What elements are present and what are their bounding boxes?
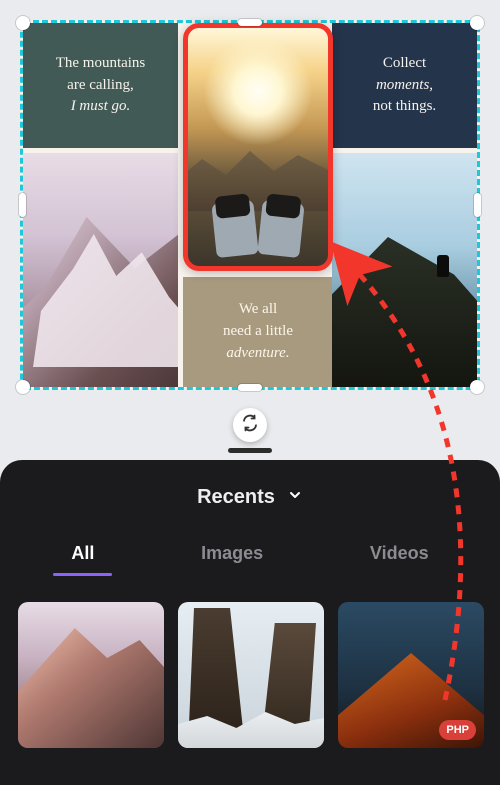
php-badge: PHP xyxy=(439,720,476,740)
tile-adventure-quote[interactable]: We all need a little adventure. xyxy=(183,277,333,387)
mountain-shape xyxy=(18,628,164,748)
line: not things. xyxy=(373,98,436,114)
media-thumb-3[interactable]: PHP xyxy=(338,602,484,748)
resize-handle-bl[interactable] xyxy=(16,380,30,394)
tile-mountains-quote[interactable]: The mountains are calling, I must go. xyxy=(23,23,178,148)
media-thumb-2[interactable] xyxy=(178,602,324,748)
resize-handle-bottom[interactable] xyxy=(238,384,262,391)
line: I must go. xyxy=(71,98,131,114)
quote-text: We all need a little adventure. xyxy=(223,299,293,364)
recents-label: Recents xyxy=(197,486,275,509)
tile-hiker-photo[interactable] xyxy=(332,153,477,387)
chevron-down-icon xyxy=(287,487,303,508)
tab-all[interactable]: All xyxy=(67,537,98,576)
line: Collect xyxy=(383,55,426,71)
resize-handle-right[interactable] xyxy=(474,193,481,217)
media-thumb-1[interactable] xyxy=(18,602,164,748)
line: moments, xyxy=(376,77,433,93)
swap-button[interactable] xyxy=(233,408,267,442)
collage-canvas[interactable]: The mountains are calling, I must go. Co… xyxy=(20,20,480,390)
line: need a little xyxy=(223,323,293,339)
tab-videos[interactable]: Videos xyxy=(366,537,433,576)
hill-shape xyxy=(332,237,477,387)
hiker-silhouette xyxy=(437,255,449,277)
resize-handle-tr[interactable] xyxy=(470,16,484,30)
line: We all xyxy=(239,301,277,317)
line: are calling, xyxy=(67,77,134,93)
tile-mountain-photo[interactable] xyxy=(23,153,178,387)
panel-grabber[interactable] xyxy=(228,448,272,453)
media-panel: Recents All Images Videos PHP xyxy=(0,460,500,785)
line: The mountains xyxy=(56,55,146,71)
canvas-area: The mountains are calling, I must go. Co… xyxy=(0,0,500,460)
media-tabs: All Images Videos xyxy=(18,537,482,576)
resize-handle-left[interactable] xyxy=(19,193,26,217)
sun-glow xyxy=(203,36,313,146)
resize-handle-top[interactable] xyxy=(238,19,262,26)
tab-images[interactable]: Images xyxy=(197,537,267,576)
thumbnail-row: PHP xyxy=(18,602,482,748)
legs-shape xyxy=(208,196,308,266)
resize-handle-tl[interactable] xyxy=(16,16,30,30)
recents-dropdown[interactable]: Recents xyxy=(18,486,482,509)
quote-text: The mountains are calling, I must go. xyxy=(56,53,146,118)
tile-selected-photo[interactable] xyxy=(183,23,333,271)
line: adventure. xyxy=(226,345,289,361)
resize-handle-br[interactable] xyxy=(470,380,484,394)
tile-collect-quote[interactable]: Collect moments, not things. xyxy=(332,23,477,148)
quote-text: Collect moments, not things. xyxy=(373,53,436,118)
swap-icon xyxy=(241,414,259,437)
